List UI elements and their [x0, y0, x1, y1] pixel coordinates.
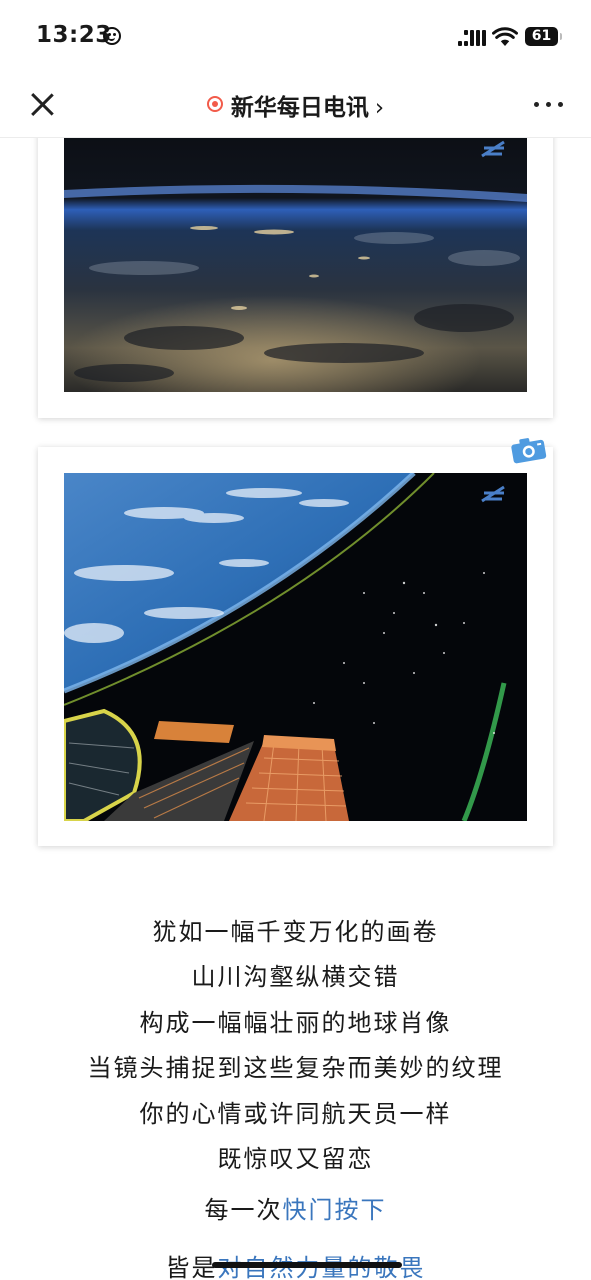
poem-line: 你的心情或许同航天员一样 [139, 1100, 452, 1128]
account-name: 新华每日电讯 [230, 95, 369, 121]
cms-logo [474, 138, 514, 169]
live-dot-icon [206, 96, 223, 112]
battery-icon: 61 [525, 27, 562, 46]
home-indicator[interactable] [212, 1262, 402, 1268]
chevron-right-icon: › [374, 95, 385, 121]
poem-highlight: 快门按下 [282, 1196, 387, 1224]
article-content: 犹如一幅千变万化的画卷 山川沟壑纵横交错 构成一幅幅壮丽的地球肖像 当镜头捕捉到… [0, 138, 591, 1280]
account-title-link[interactable]: 新华每日电讯 › [0, 88, 591, 122]
poem-text-plain: 每一次 [204, 1196, 283, 1224]
poem-line: 当镜头捕捉到这些复杂而美妙的纹理 [87, 1054, 504, 1082]
poem-line: 既惊叹又留恋 [217, 1145, 374, 1173]
earth-night-photo[interactable] [64, 138, 527, 392]
poem-line: 山川沟壑纵横交错 [191, 963, 400, 991]
poem-line: 每一次快门按下 [0, 1190, 591, 1225]
status-bar: 13:23 61 [0, 0, 591, 72]
cellular-signal-icon [458, 30, 486, 46]
poem-line: 构成一幅幅壮丽的地球肖像 [139, 1009, 452, 1037]
wifi-icon [492, 27, 518, 46]
status-time: 13:23 [36, 22, 112, 48]
nav-bar: 新华每日电讯 › [0, 72, 591, 138]
cms-logo [474, 483, 514, 514]
photo-card [38, 447, 553, 846]
camera-icon[interactable] [510, 435, 548, 465]
poem-line: 犹如一幅千变万化的画卷 [152, 918, 439, 946]
more-options-icon[interactable] [534, 102, 564, 108]
poem-text-plain: 皆是 [165, 1254, 218, 1280]
smiley-icon [103, 27, 121, 45]
photo-card [38, 138, 553, 418]
earth-limb-solar-panel-photo[interactable] [64, 473, 527, 821]
